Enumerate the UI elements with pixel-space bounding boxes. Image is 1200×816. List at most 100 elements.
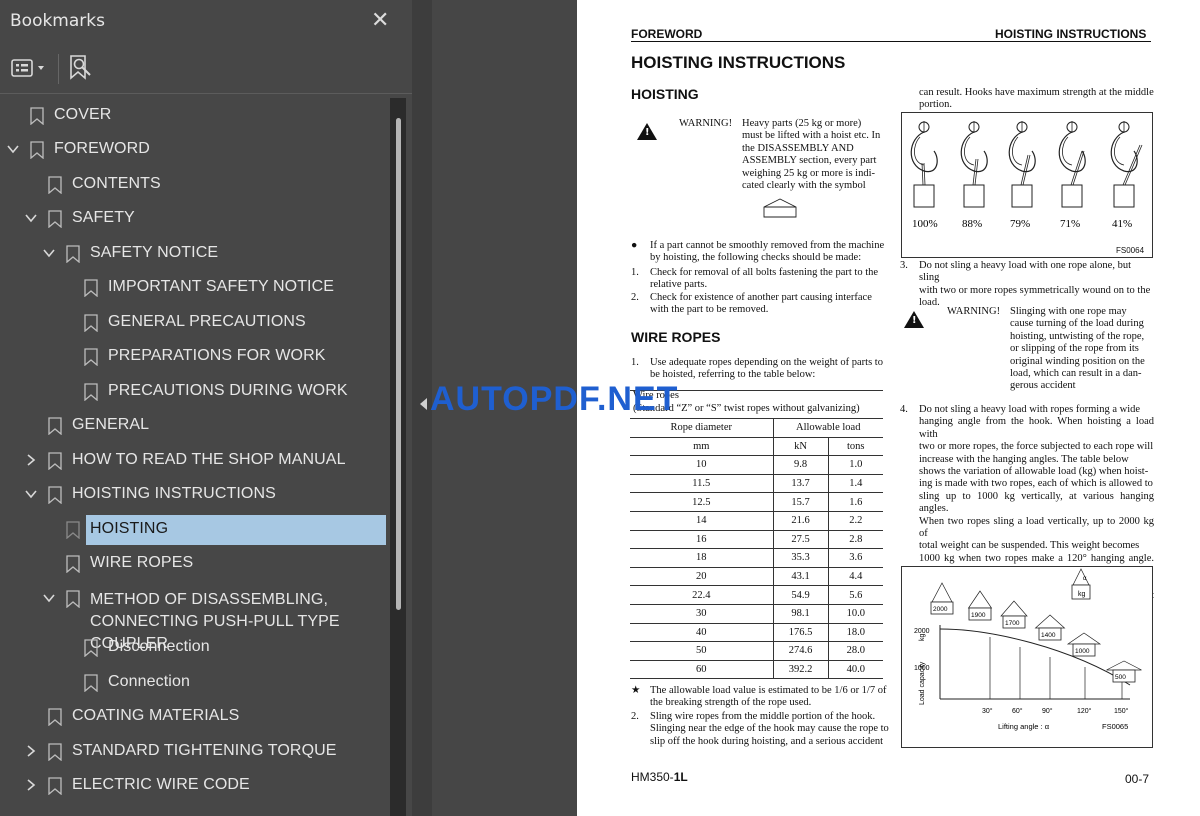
page-header-left: FOREWORD bbox=[631, 27, 703, 41]
chevron-right-icon[interactable] bbox=[24, 453, 38, 467]
bookmark-item[interactable]: ELECTRIC WIRE CODE bbox=[0, 770, 390, 802]
close-icon[interactable]: ✕ bbox=[371, 8, 389, 33]
bookmark-item[interactable]: GENERAL PRECAUTIONS bbox=[0, 307, 390, 339]
text-line: Slinging with one rope may bbox=[1010, 306, 1127, 317]
chevron-down-icon[interactable] bbox=[24, 211, 38, 225]
item-number: 4. bbox=[900, 404, 908, 415]
bookmarks-header: Bookmarks ✕ bbox=[0, 0, 412, 44]
x-tick-label: 120° bbox=[1077, 707, 1092, 715]
x-tick-label: 90° bbox=[1042, 707, 1053, 715]
bookmark-options-button[interactable] bbox=[10, 56, 50, 82]
bookmark-label: SAFETY bbox=[72, 209, 135, 226]
bookmark-item[interactable]: GENERAL bbox=[0, 410, 390, 442]
table-cell: 1.4 bbox=[828, 473, 883, 493]
hoisting-item-1: Check for removal of all bolts fastening… bbox=[650, 267, 890, 292]
toolbar-divider bbox=[58, 54, 59, 84]
table-cell: 20 bbox=[630, 566, 774, 586]
chevron-right-icon[interactable] bbox=[24, 744, 38, 758]
bookmark-item[interactable]: PRECAUTIONS DURING WORK bbox=[0, 376, 390, 408]
find-current-bookmark-button[interactable] bbox=[68, 54, 94, 82]
bookmark-item[interactable]: SAFETY bbox=[0, 203, 390, 235]
chevron-down-icon[interactable] bbox=[42, 591, 56, 605]
text-line: hanging angle from the hook. When hoisti… bbox=[919, 416, 1154, 440]
bookmark-item[interactable]: SAFETY NOTICE bbox=[0, 238, 390, 270]
star-mark: ★ bbox=[631, 685, 641, 696]
text-line: hoisting, untwisting of the rope, bbox=[1010, 330, 1145, 342]
load-capacity-chart: 30° 60° 90° 120° 150° 2000 1000 Load capacity kg… bbox=[914, 568, 1142, 731]
text-line: cated clearly with the symbol bbox=[742, 180, 866, 192]
bookmark-item[interactable]: IMPORTANT SAFETY NOTICE bbox=[0, 272, 390, 304]
section-heading-hoisting: HOISTING bbox=[631, 86, 699, 102]
bookmark-item[interactable]: Disconnection bbox=[0, 632, 390, 664]
bookmark-icon bbox=[84, 639, 98, 657]
hoisting-intro: If a part cannot be smoothly removed fro… bbox=[650, 240, 890, 265]
bookmark-item[interactable]: HOISTING INSTRUCTIONS bbox=[0, 479, 390, 511]
bookmark-item[interactable]: FOREWORD bbox=[0, 134, 390, 166]
hook-drawing bbox=[1008, 121, 1036, 208]
bookmark-icon bbox=[84, 279, 98, 297]
bookmark-item[interactable]: COVER bbox=[0, 100, 390, 132]
table-row: 14 21.6 2.2 bbox=[630, 510, 883, 531]
text-line: gerous accident bbox=[1010, 380, 1076, 392]
bookmark-label: Connection bbox=[108, 673, 190, 690]
table-cell: 1.6 bbox=[828, 492, 883, 512]
x-axis-label: Lifting angle : α bbox=[998, 722, 1050, 731]
chevron-down-icon[interactable] bbox=[6, 142, 20, 156]
table-cell: 27.5 bbox=[773, 529, 829, 549]
table-row: 10 9.8 1.0 bbox=[630, 455, 883, 475]
weight-label: 500 bbox=[1115, 674, 1126, 681]
text-line: relative parts. bbox=[650, 279, 708, 291]
item-number: 2. bbox=[631, 711, 639, 722]
item-number: 2. bbox=[631, 292, 639, 303]
text-line: Check for removal of all bolts fastening… bbox=[650, 267, 879, 278]
table-cell: 14 bbox=[630, 510, 774, 531]
table-cell: 22.4 bbox=[630, 585, 774, 605]
legend-unit: kg bbox=[1078, 591, 1086, 598]
wire-rope-table: Rope diameter Allowable load mm kN tons … bbox=[630, 418, 883, 680]
text-line: increase with the hanging angles. The ta… bbox=[919, 453, 1129, 465]
table-cell: 28.0 bbox=[828, 641, 883, 661]
load-capacity-figure: 30° 60° 90° 120° 150° 2000 1000 Load capacity kg… bbox=[901, 566, 1153, 748]
table-row: 16 27.5 2.8 bbox=[630, 529, 883, 549]
text-line: with two or more ropes symmetrically wou… bbox=[919, 284, 1151, 296]
text-line: Check for existence of another part caus… bbox=[650, 292, 872, 303]
bookmark-item[interactable]: WIRE ROPES bbox=[0, 548, 390, 580]
collapse-panel-arrow-icon[interactable] bbox=[420, 398, 427, 410]
chevron-right-icon[interactable] bbox=[24, 778, 38, 792]
table-cell: 5.6 bbox=[828, 585, 883, 605]
table-cell: 10.0 bbox=[828, 603, 883, 624]
bookmark-label: COVER bbox=[54, 106, 112, 123]
table-cell: 60 bbox=[630, 659, 774, 680]
bookmark-label: COATING MATERIALS bbox=[72, 707, 240, 724]
weight-label: 2000 bbox=[933, 606, 948, 613]
page-number: 00-7 bbox=[1125, 772, 1150, 786]
table-cell: 40 bbox=[630, 622, 774, 642]
text-line: ASSEMBLY section, every part bbox=[742, 155, 877, 167]
bookmark-item[interactable]: METHOD OF DISASSEMBLING, CONNECTING PUSH… bbox=[0, 583, 390, 652]
table-cell: 2.8 bbox=[828, 529, 883, 549]
bookmark-item[interactable]: COATING MATERIALS bbox=[0, 701, 390, 733]
text-line: shows the variation of allowable load (k… bbox=[919, 466, 1149, 478]
text-line: be hoisted, referring to the table below… bbox=[650, 369, 816, 381]
bookmark-item[interactable]: PREPARATIONS FOR WORK bbox=[0, 341, 390, 373]
item-number: 1. bbox=[631, 267, 639, 278]
table-cell: 10 bbox=[630, 455, 774, 475]
hook-percent-label: 100% bbox=[912, 218, 938, 230]
table-cell: 11.5 bbox=[630, 473, 774, 493]
sidebar-scrollbar-thumb[interactable] bbox=[396, 118, 401, 610]
bookmark-item[interactable]: Connection bbox=[0, 667, 390, 699]
table-cell: 392.2 bbox=[773, 659, 829, 680]
text-line: Slinging near the edge of the hook may c… bbox=[650, 723, 889, 735]
text-line: Do not sling a heavy load with one rope … bbox=[919, 260, 1131, 284]
chevron-down-icon[interactable] bbox=[24, 487, 38, 501]
warning-icon: ! bbox=[904, 311, 924, 328]
table-row: 40 176.5 18.0 bbox=[630, 622, 883, 642]
bookmark-item[interactable]: CONTENTS bbox=[0, 169, 390, 201]
bookmarks-toolbar bbox=[0, 44, 412, 94]
item-number: 1. bbox=[631, 357, 639, 368]
bookmark-item[interactable]: HOW TO READ THE SHOP MANUAL bbox=[0, 445, 390, 477]
bookmark-item[interactable]: STANDARD TIGHTENING TORQUE bbox=[0, 736, 390, 768]
bookmark-item[interactable]: HOISTING bbox=[0, 514, 390, 546]
bookmark-label: IMPORTANT SAFETY NOTICE bbox=[108, 278, 335, 295]
chevron-down-icon[interactable] bbox=[42, 246, 56, 260]
